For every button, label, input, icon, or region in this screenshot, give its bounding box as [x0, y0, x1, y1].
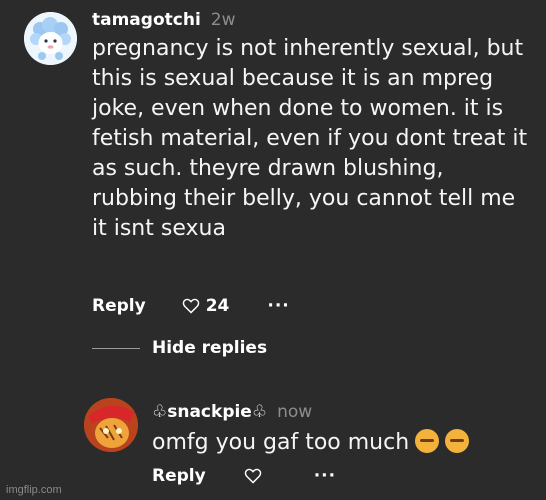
- reply-actions: Reply ···: [152, 466, 336, 486]
- user-avatar[interactable]: [24, 12, 77, 65]
- reply-avatar[interactable]: [84, 398, 138, 452]
- divider-line: [92, 347, 140, 349]
- reply-more-options-icon[interactable]: ···: [314, 466, 336, 486]
- comment-body: pregnancy is not inherently sexual, but …: [92, 36, 528, 241]
- comment-actions: Reply 24 ···: [92, 296, 290, 316]
- facepalm-emoji-icon: [445, 429, 470, 453]
- like-button[interactable]: 24: [182, 296, 230, 316]
- sheep-avatar-icon: [24, 12, 77, 65]
- reply-body: omfg you gaf too much: [152, 428, 542, 458]
- hide-replies-button[interactable]: Hide replies: [92, 338, 267, 358]
- reply-text: omfg you gaf too much: [152, 430, 410, 455]
- facepalm-emoji-icon: [415, 429, 440, 453]
- reply-header: ♧snackpie♧ now: [152, 402, 312, 422]
- cartoon-avatar-icon: [84, 398, 138, 452]
- reply-username[interactable]: ♧snackpie♧: [152, 402, 267, 422]
- comment-username[interactable]: tamagotchi: [92, 10, 201, 30]
- like-count: 24: [205, 296, 230, 316]
- heart-outline-icon: [182, 298, 199, 314]
- watermark: imgflip.com: [6, 484, 62, 496]
- comment-timestamp: 2w: [210, 10, 236, 30]
- comment-header: tamagotchi 2w: [92, 10, 236, 30]
- reply-timestamp: now: [277, 402, 313, 422]
- reply-reply-button[interactable]: Reply: [152, 466, 206, 486]
- reply-button[interactable]: Reply: [92, 296, 146, 316]
- hide-replies-label: Hide replies: [152, 338, 268, 358]
- reply-like-button[interactable]: [244, 468, 262, 484]
- more-options-icon[interactable]: ···: [267, 296, 289, 316]
- heart-outline-icon: [244, 468, 261, 484]
